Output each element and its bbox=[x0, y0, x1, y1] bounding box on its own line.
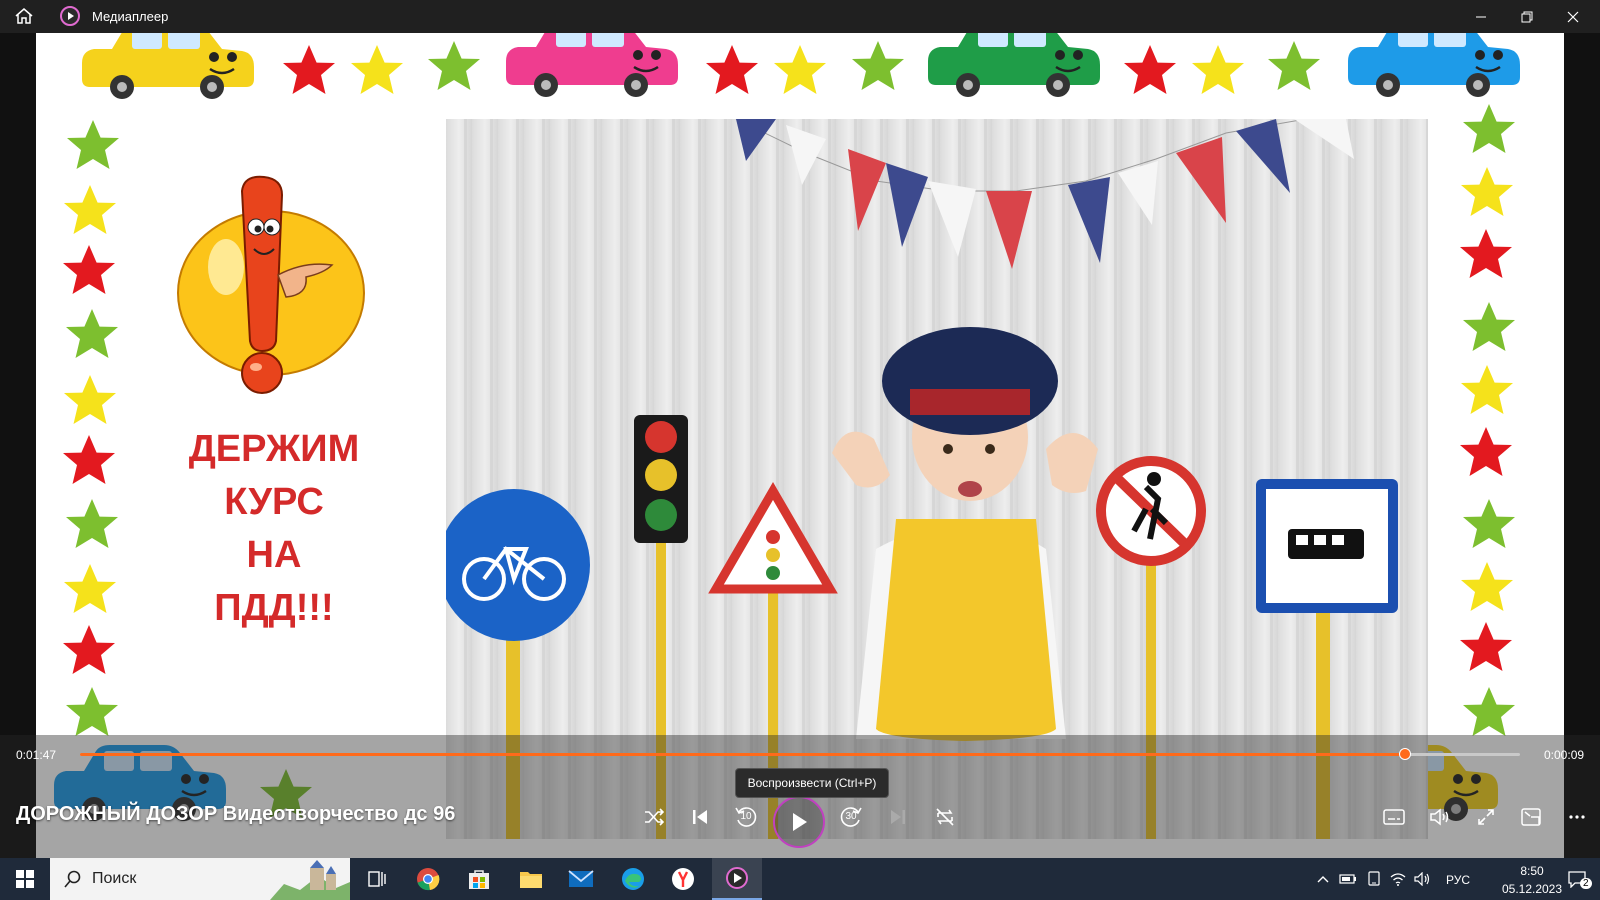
seek-thumb[interactable] bbox=[1398, 748, 1411, 760]
notification-count: 2 bbox=[1580, 878, 1592, 889]
battery-icon[interactable] bbox=[1336, 858, 1360, 900]
title-bar: Медиаплеер bbox=[0, 0, 1600, 33]
headline-line: НА bbox=[246, 534, 302, 576]
video-headline: ДЕРЖИМ КУРС НА ПДД!!! bbox=[174, 423, 374, 635]
repeat-off-icon[interactable] bbox=[927, 801, 963, 833]
skip-forward-30-icon[interactable]: 30 bbox=[833, 801, 869, 833]
wifi-icon[interactable] bbox=[1386, 858, 1410, 900]
volume-icon[interactable] bbox=[1422, 801, 1458, 833]
play-button[interactable] bbox=[773, 796, 825, 848]
exclamation-mascot-illustration bbox=[177, 175, 365, 394]
window-title: Медиаплеер bbox=[92, 9, 169, 24]
media-player-icon[interactable] bbox=[712, 858, 762, 900]
skip-back-label: 10 bbox=[740, 811, 752, 822]
headline-line: ПДД!!! bbox=[214, 587, 334, 629]
taskbar: Поиск РУС 8:50 05.12.2023 2 bbox=[0, 858, 1600, 900]
headline-line: ДЕРЖИМ bbox=[188, 428, 360, 470]
mail-icon[interactable] bbox=[558, 858, 604, 900]
close-icon[interactable] bbox=[1550, 0, 1596, 33]
media-player-logo-icon bbox=[60, 6, 80, 26]
search-icon bbox=[64, 870, 81, 888]
fullscreen-icon[interactable] bbox=[1468, 801, 1504, 833]
task-view-icon[interactable] bbox=[355, 858, 399, 900]
video-photo-scene bbox=[446, 119, 1428, 839]
home-icon[interactable] bbox=[14, 7, 36, 27]
chrome-icon[interactable] bbox=[405, 858, 451, 900]
yandex-icon[interactable] bbox=[660, 858, 706, 900]
notifications-icon[interactable]: 2 bbox=[1558, 858, 1596, 900]
skip-back-10-icon[interactable]: 10 bbox=[728, 801, 764, 833]
seek-progress bbox=[80, 753, 1405, 756]
subtitles-icon[interactable] bbox=[1376, 801, 1412, 833]
search-highlight-illustration bbox=[270, 860, 350, 900]
remaining-time: 0:00:09 bbox=[1544, 748, 1585, 762]
next-icon[interactable] bbox=[880, 801, 916, 833]
elapsed-time: 0:01:47 bbox=[16, 748, 57, 762]
mini-player-icon[interactable] bbox=[1513, 801, 1549, 833]
previous-icon[interactable] bbox=[682, 801, 718, 833]
more-icon[interactable] bbox=[1559, 801, 1595, 833]
windows-start-icon[interactable] bbox=[0, 858, 50, 900]
microsoft-store-icon[interactable] bbox=[456, 858, 502, 900]
speaker-icon[interactable] bbox=[1410, 858, 1434, 900]
media-title: ДОРОЖНЫЙ ДОЗОР Видеотворчество дс 96 bbox=[16, 803, 456, 825]
input-language[interactable]: РУС bbox=[1446, 873, 1470, 887]
play-tooltip: Воспроизвести (Ctrl+P) bbox=[735, 768, 889, 798]
edge-icon[interactable] bbox=[610, 858, 656, 900]
restore-icon[interactable] bbox=[1504, 0, 1550, 33]
file-explorer-icon[interactable] bbox=[508, 858, 554, 900]
play-icon bbox=[793, 813, 807, 831]
minimize-icon[interactable] bbox=[1458, 0, 1504, 33]
search-placeholder: Поиск bbox=[92, 870, 137, 887]
shuffle-icon[interactable] bbox=[636, 801, 672, 833]
headline-line: КУРС bbox=[224, 481, 324, 523]
skip-forward-label: 30 bbox=[845, 811, 857, 822]
taskbar-search[interactable]: Поиск bbox=[50, 858, 350, 900]
chevron-up-icon[interactable] bbox=[1312, 858, 1334, 900]
seek-bar[interactable] bbox=[80, 748, 1520, 760]
tablet-icon[interactable] bbox=[1362, 858, 1386, 900]
